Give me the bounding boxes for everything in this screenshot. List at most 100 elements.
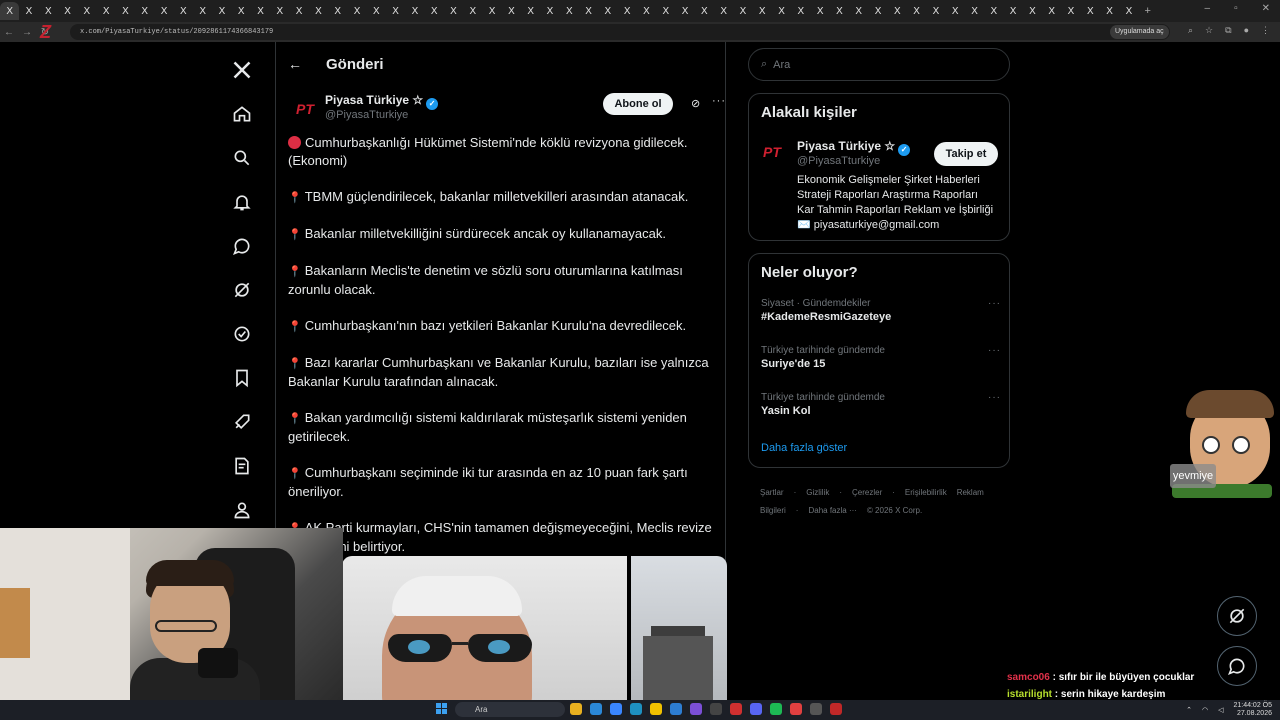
browser-tab[interactable]: X <box>753 2 772 20</box>
browser-tab[interactable]: X <box>714 2 733 20</box>
browser-tab[interactable]: X <box>174 2 193 20</box>
footer-link[interactable]: Daha fazla ··· <box>808 506 856 515</box>
browser-tab[interactable]: X <box>521 2 540 20</box>
browser-tab[interactable]: X <box>444 2 463 20</box>
browser-tab[interactable]: X <box>791 2 810 20</box>
minimize-icon[interactable]: – <box>1205 3 1211 14</box>
store-app-icon[interactable] <box>670 703 682 715</box>
clock[interactable]: 21:44:02 Ö5 27.08.2026 <box>1233 702 1272 718</box>
grok-icon[interactable] <box>222 268 262 312</box>
browser-tab[interactable]: X <box>289 2 308 20</box>
browser-tab[interactable]: X <box>675 2 694 20</box>
browser-tab[interactable]: X <box>0 2 20 20</box>
browser-tab[interactable]: X <box>598 2 617 20</box>
related-person-avatar[interactable]: PT <box>763 144 781 160</box>
menu-icon[interactable]: ⋮ <box>1261 25 1270 36</box>
browser-tab[interactable]: X <box>560 2 579 20</box>
browser-tab[interactable]: X <box>1100 2 1119 20</box>
url-field[interactable]: x.com/PiyasaTurkiye/status/2092861174366… <box>70 24 1170 40</box>
browser-tab[interactable]: X <box>347 2 366 20</box>
footer-link[interactable]: Erişilebilirlik <box>905 488 947 497</box>
browser-tab[interactable]: X <box>309 2 328 20</box>
footer-link[interactable]: Gizlilik <box>806 488 829 497</box>
zoom-icon[interactable]: ⌕ <box>1188 25 1193 36</box>
obs-app-icon[interactable] <box>730 703 742 715</box>
follow-button[interactable]: Takip et <box>934 142 998 166</box>
browser-tab[interactable]: X <box>270 2 289 20</box>
browser-tab[interactable]: X <box>1061 2 1080 20</box>
edge-app-icon[interactable] <box>610 703 622 715</box>
trend-item[interactable]: Türkiye tarihinde gündemde Yasin Kol ··· <box>761 392 1001 417</box>
browser-tab[interactable]: X <box>810 2 829 20</box>
search-input[interactable]: ⌕ Ara <box>748 48 1010 81</box>
more-options-icon[interactable]: ··· <box>712 95 726 107</box>
forward-icon[interactable]: → <box>18 27 36 38</box>
start-icon[interactable] <box>436 703 448 715</box>
drafts-icon[interactable] <box>222 444 262 488</box>
explore-icon[interactable] <box>222 136 262 180</box>
restore-icon[interactable]: ▫ <box>1234 3 1238 14</box>
grok-explain-icon[interactable]: ⊘ <box>691 97 700 110</box>
browser-tab[interactable]: X <box>1042 2 1061 20</box>
messages-icon[interactable] <box>222 224 262 268</box>
browser-tab[interactable]: X <box>154 2 173 20</box>
back-icon[interactable]: ← <box>0 27 18 38</box>
browser-tab[interactable]: X <box>907 2 926 20</box>
browser-tab[interactable]: X <box>96 2 115 20</box>
browser-tab[interactable]: X <box>868 2 887 20</box>
trend-item[interactable]: Siyaset · Gündemdekiler #KademeResmiGazet… <box>761 298 1001 323</box>
related-person-name[interactable]: Piyasa Türkiye ☆ ✓ <box>797 139 911 156</box>
post-image-1[interactable] <box>342 556 627 702</box>
taskbar-search[interactable]: Ara <box>455 702 565 717</box>
browser-tab[interactable]: X <box>540 2 559 20</box>
browser-tab[interactable]: X <box>1023 2 1042 20</box>
browser-tab[interactable]: X <box>367 2 386 20</box>
home-icon[interactable] <box>222 92 262 136</box>
verified-orgs-icon[interactable] <box>222 312 262 356</box>
footer-link[interactable]: © 2026 X Corp. <box>867 506 922 515</box>
browser-tab[interactable]: X <box>502 2 521 20</box>
author-handle[interactable]: @PiyasaTturkiye <box>325 109 408 121</box>
trend-more-icon[interactable]: ··· <box>988 392 1001 403</box>
trend-more-icon[interactable]: ··· <box>988 345 1001 356</box>
browser-tab[interactable]: X <box>733 2 752 20</box>
profile-icon[interactable]: ● <box>1244 25 1249 36</box>
author-avatar[interactable]: PT <box>290 94 320 124</box>
spotify-app-icon[interactable] <box>770 703 782 715</box>
author-name[interactable]: Piyasa Türkiye ☆ ✓ <box>325 93 439 110</box>
browser-tab[interactable]: X <box>1119 2 1138 20</box>
discord-app-icon[interactable] <box>750 703 762 715</box>
notifications-icon[interactable] <box>222 180 262 224</box>
browser-tab[interactable]: X <box>135 2 154 20</box>
browser-tab[interactable]: X <box>58 2 77 20</box>
teams-app-icon[interactable] <box>690 703 702 715</box>
chrome2-app-icon[interactable] <box>630 703 642 715</box>
browser-tab[interactable]: X <box>830 2 849 20</box>
browser-tab[interactable]: X <box>328 2 347 20</box>
browser-tab[interactable]: X <box>618 2 637 20</box>
steam-app-icon[interactable] <box>710 703 722 715</box>
browser-tab[interactable]: X <box>926 2 945 20</box>
grok-fab[interactable] <box>1217 596 1257 636</box>
browser-tab[interactable]: X <box>888 2 907 20</box>
app-icon[interactable] <box>830 703 842 715</box>
browser-tab[interactable]: X <box>77 2 96 20</box>
browser-tab[interactable]: X <box>405 2 424 20</box>
browser-tab[interactable]: X <box>695 2 714 20</box>
browser-tab[interactable]: X <box>849 2 868 20</box>
app-icon[interactable] <box>790 703 802 715</box>
browser-tab[interactable]: X <box>251 2 270 20</box>
new-tab-icon[interactable]: + <box>1145 5 1151 17</box>
browser-tab[interactable]: X <box>19 2 38 20</box>
extensions-icon[interactable]: ⧉ <box>1225 25 1231 36</box>
browser-tab[interactable]: X <box>425 2 444 20</box>
browser-tab[interactable]: X <box>656 2 675 20</box>
browser-tab[interactable]: X <box>1081 2 1100 20</box>
open-in-app-pill[interactable]: Uygulamada aç <box>1110 25 1169 39</box>
browser-tab[interactable]: X <box>116 2 135 20</box>
trend-item[interactable]: Türkiye tarihinde gündemde Suriye'de 15 ··… <box>761 345 1001 370</box>
browser-tab[interactable]: X <box>772 2 791 20</box>
wifi-icon[interactable]: ◠ <box>1202 706 1208 714</box>
footer-link[interactable]: Çerezler <box>852 488 882 497</box>
related-person-handle[interactable]: @PiyasaTturkiye <box>797 155 880 167</box>
